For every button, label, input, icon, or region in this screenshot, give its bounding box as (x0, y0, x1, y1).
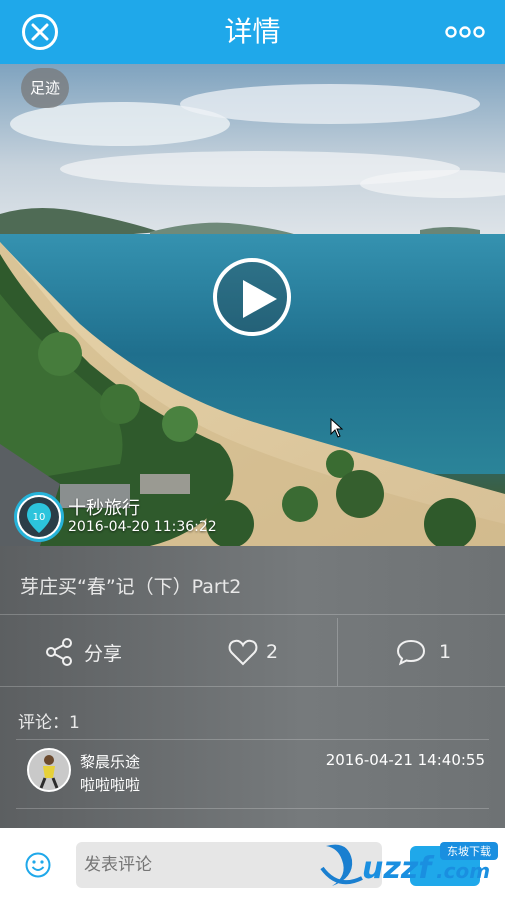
divider (16, 808, 489, 809)
emoji-button[interactable] (25, 852, 51, 878)
divider (0, 614, 505, 615)
top-bar: 详情 (0, 0, 505, 64)
runner-photo-icon (29, 750, 69, 790)
commenter-name[interactable]: 黎晨乐途 (80, 751, 140, 772)
map-pin-logo-icon: 10 (19, 497, 59, 537)
comment-text: 啦啦啦啦 (80, 776, 141, 794)
author-avatar[interactable]: 10 (14, 492, 64, 542)
smiley-icon (25, 852, 51, 878)
play-icon (243, 280, 277, 318)
post-title: 芽庄买“春”记（下）Part2 (20, 576, 242, 598)
page-title: 详情 (224, 15, 281, 48)
comment-timestamp: 2016-04-21 14:40:55 (325, 751, 485, 769)
divider (16, 739, 489, 740)
author-name[interactable]: 十秒旅行 (68, 494, 140, 520)
play-button[interactable] (213, 258, 291, 336)
share-button[interactable]: 分享 (44, 618, 122, 686)
comment-bubble-icon (396, 639, 426, 666)
svg-text:.com: .com (436, 859, 490, 883)
more-button[interactable] (445, 22, 485, 42)
commenter-avatar[interactable] (27, 748, 71, 792)
action-separator (337, 618, 338, 686)
comment-button[interactable]: 1 (395, 618, 451, 686)
like-button[interactable]: 2 (228, 618, 278, 686)
share-icon (46, 638, 72, 666)
heart-icon (228, 639, 258, 666)
svg-text:uzzf: uzzf (362, 851, 435, 886)
divider (0, 686, 505, 687)
comment-count: 1 (439, 641, 452, 663)
share-label: 分享 (84, 642, 123, 665)
mouse-cursor-icon (330, 418, 344, 438)
svg-text:东坡下载: 东坡下载 (447, 845, 491, 858)
footprint-badge[interactable]: 足迹 (21, 68, 69, 108)
uzzf-watermark-logo: uzzf .com 东坡下载 (320, 842, 498, 886)
svg-text:10: 10 (33, 512, 46, 523)
comments-header: 评论：1 (18, 713, 80, 733)
more-icon (445, 26, 485, 38)
post-timestamp: 2016-04-20 11:36:22 (68, 519, 217, 535)
like-count: 2 (266, 641, 279, 663)
video-thumbnail[interactable]: 足迹 10 十秒旅行 2016-04-20 11:36:22 (0, 64, 505, 546)
